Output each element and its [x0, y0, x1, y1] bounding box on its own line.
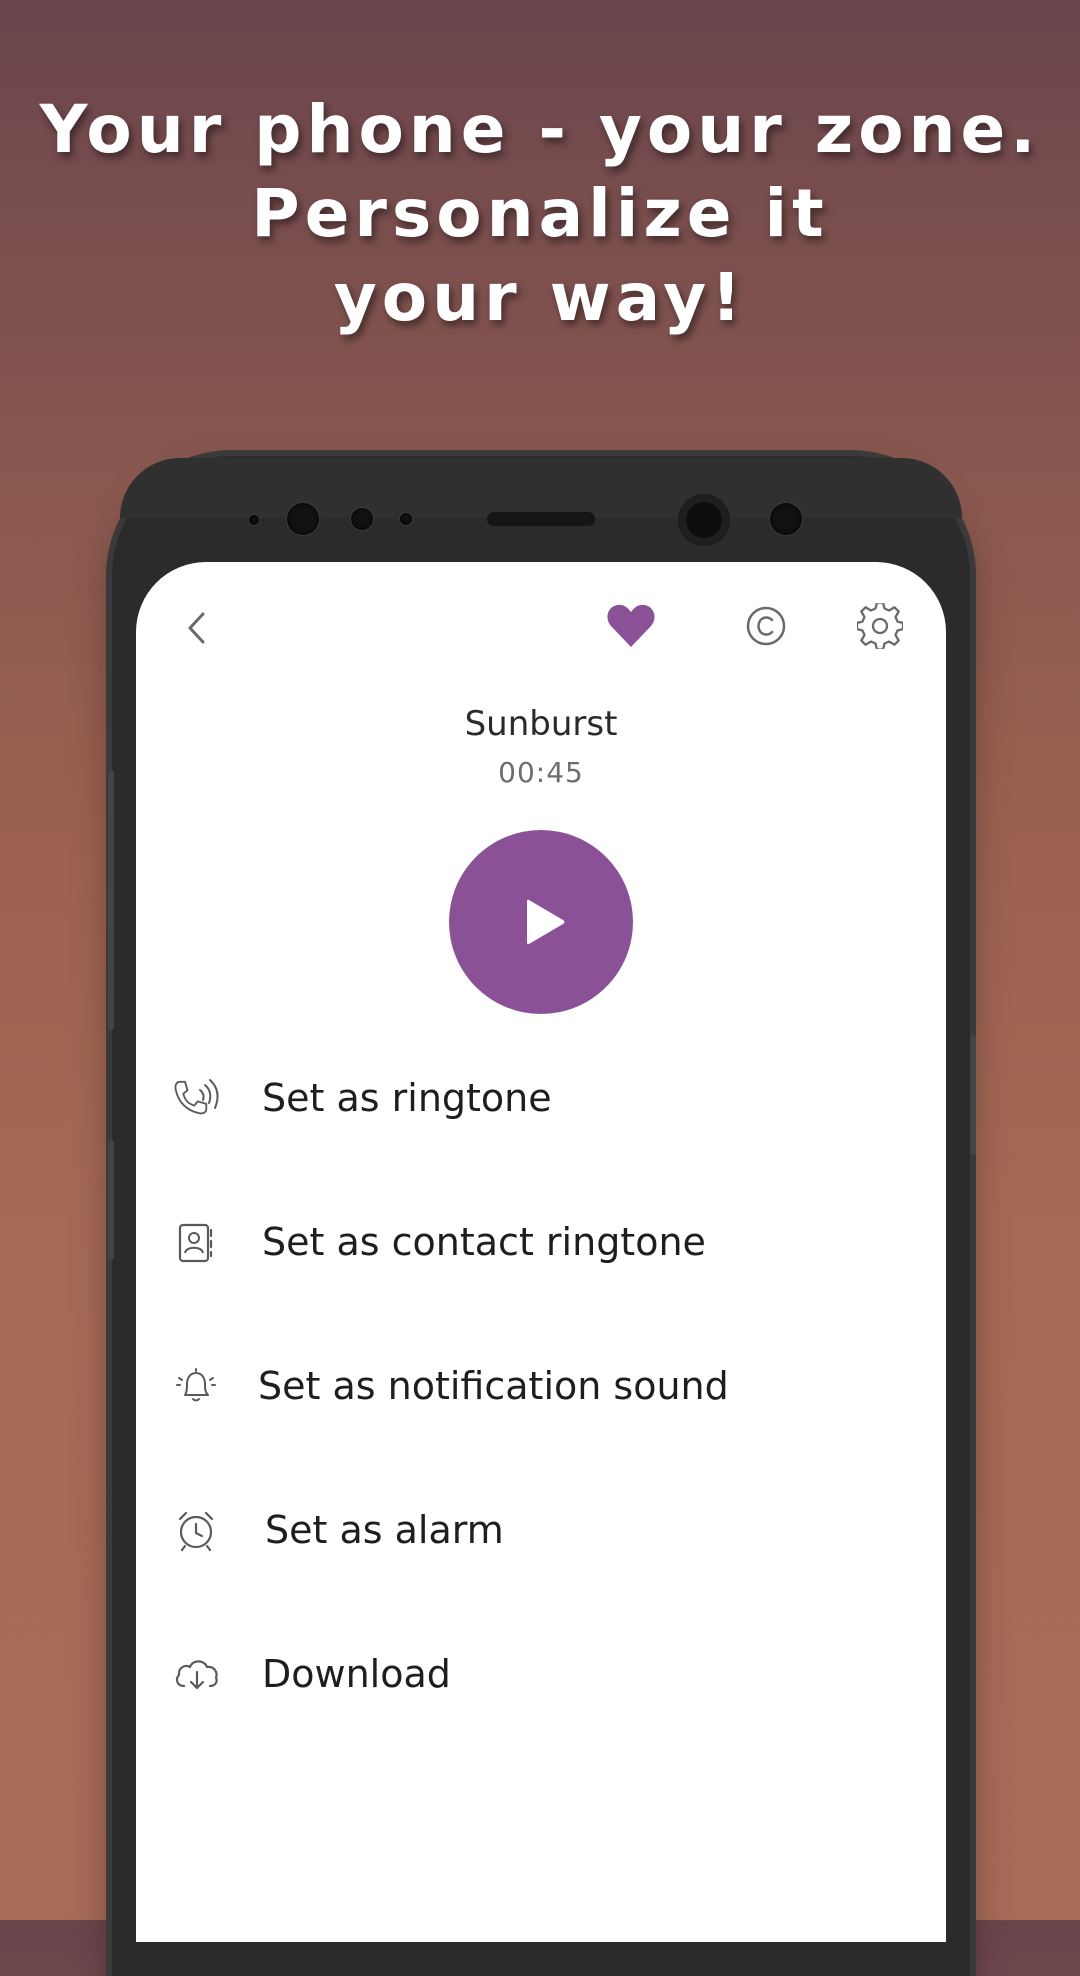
menu-item-set-alarm[interactable]: Set as alarm	[136, 1474, 946, 1584]
back-button[interactable]	[166, 596, 230, 660]
contact-card-icon	[178, 1223, 213, 1263]
phone-front-sensor	[287, 503, 319, 535]
promo-line-3: your way!	[333, 259, 747, 336]
copyright-button[interactable]	[734, 594, 798, 658]
favorite-button[interactable]	[599, 594, 663, 658]
play-icon	[527, 899, 565, 945]
top-app-bar	[136, 562, 946, 692]
phone-side-button-left-lower	[108, 1140, 114, 1260]
play-button[interactable]	[449, 830, 633, 1014]
phone-light-sensor	[400, 513, 412, 525]
promo-line-2: Personalize it	[251, 175, 829, 252]
menu-item-set-ringtone[interactable]: Set as ringtone	[136, 1042, 946, 1152]
bell-icon	[176, 1368, 216, 1402]
menu-item-label: Set as contact ringtone	[262, 1220, 706, 1264]
menu-item-set-notification-sound[interactable]: Set as notification sound	[136, 1330, 946, 1440]
menu-item-label: Set as alarm	[265, 1508, 504, 1552]
alarm-clock-icon	[178, 1511, 214, 1552]
menu-item-label: Download	[262, 1652, 451, 1696]
heart-icon	[607, 604, 655, 647]
phone-ringing-icon	[174, 1079, 219, 1115]
track-duration: 00:45	[498, 756, 584, 789]
menu-item-download[interactable]: Download	[136, 1618, 946, 1728]
menu-item-label: Set as ringtone	[262, 1076, 552, 1120]
menu-item-set-contact-ringtone[interactable]: Set as contact ringtone	[136, 1186, 946, 1296]
settings-button[interactable]	[848, 594, 912, 658]
phone-earpiece	[487, 512, 595, 526]
phone-sensor-dot	[249, 515, 259, 525]
chevron-left-icon	[188, 612, 205, 644]
phone-side-button-left	[108, 770, 114, 1030]
cloud-download-icon	[175, 1660, 218, 1690]
promo-line-1: Your phone - your zone.	[39, 91, 1041, 168]
promo-headline: Your phone - your zone. Personalize it y…	[0, 88, 1080, 340]
phone-top-bezel	[120, 458, 962, 518]
phone-front-camera	[678, 494, 730, 546]
menu-item-label: Set as notification sound	[258, 1364, 729, 1408]
track-title: Sunburst	[464, 704, 618, 744]
gear-icon	[857, 603, 903, 649]
copyright-icon	[746, 606, 786, 646]
app-screen: Sunburst 00:45 Set as ringtone Set as co…	[136, 562, 946, 1942]
phone-iris-sensor	[770, 503, 802, 535]
phone-proximity-sensor	[351, 508, 373, 530]
phone-side-button-right	[970, 1035, 976, 1155]
